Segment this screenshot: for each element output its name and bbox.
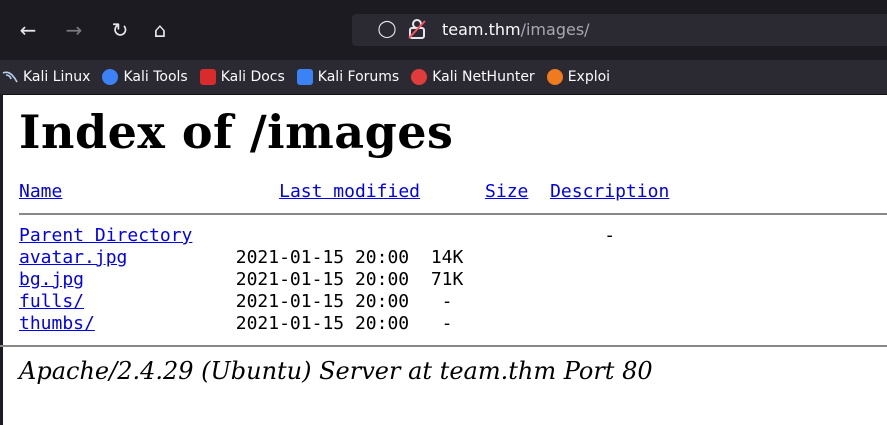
column-header-last-modified[interactable]: Last modified [279, 181, 420, 202]
navigation-bar: ← → ↻ ⌂ ◯ team.thm/images/ [0, 6, 887, 54]
parent-directory-link[interactable]: Parent Directory [19, 225, 192, 246]
url-path: /images/ [520, 20, 590, 39]
browser-toolbar: ← → ↻ ⌂ ◯ team.thm/images/ [0, 0, 887, 60]
kali-dragon-icon [2, 69, 18, 85]
column-header-description[interactable]: Description [550, 181, 669, 202]
file-modified: 2021-01-15 20:00 [235, 269, 410, 290]
divider [0, 345, 887, 347]
reload-icon[interactable]: ↻ [106, 16, 134, 44]
file-size: - [441, 291, 453, 312]
bookmark-kali-tools[interactable]: Kali Tools [102, 69, 188, 85]
file-modified: 2021-01-15 20:00 [235, 247, 410, 268]
bookmark-label: Kali NetHunter [432, 69, 535, 85]
url-host: team.thm [442, 20, 521, 39]
kali-docs-icon [199, 69, 216, 85]
back-arrow-icon[interactable]: ← [14, 16, 42, 44]
file-link[interactable]: bg.jpg [19, 269, 84, 290]
bookmark-label: Kali Linux [23, 69, 91, 85]
file-modified: 2021-01-15 20:00 [235, 291, 410, 312]
server-signature: Apache/2.4.29 (Ubuntu) Server at team.th… [19, 357, 653, 385]
bookmark-exploit-db[interactable]: Exploi [546, 69, 611, 85]
insecure-lock-icon[interactable] [406, 18, 428, 40]
exploit-db-icon [546, 69, 563, 85]
bookmark-label: Kali Docs [220, 69, 285, 85]
file-size: - [604, 225, 616, 246]
bookmarks-toolbar: Kali Linux Kali Tools Kali Docs Kali For… [0, 60, 887, 95]
bookmark-label: Exploi [567, 69, 611, 85]
bookmark-label: Kali Forums [317, 69, 400, 85]
column-header-size[interactable]: Size [485, 181, 528, 202]
divider [19, 213, 887, 215]
url-text[interactable]: team.thm/images/ [442, 20, 590, 39]
bookmark-kali-forums[interactable]: Kali Forums [296, 69, 400, 85]
folder-link[interactable]: fulls/ [19, 291, 84, 312]
bookmark-kali-linux[interactable]: Kali Linux [2, 69, 90, 85]
bookmark-kali-docs[interactable]: Kali Docs [199, 69, 285, 85]
shield-icon[interactable]: ◯ [376, 18, 398, 40]
kali-forums-icon [296, 69, 313, 85]
url-bar[interactable]: ◯ team.thm/images/ [352, 14, 887, 46]
page-content: Index of /images Name Last modified Size… [0, 95, 887, 385]
column-header-name[interactable]: Name [19, 181, 62, 202]
file-size: - [441, 313, 453, 334]
home-icon[interactable]: ⌂ [146, 16, 174, 44]
kali-tools-icon [102, 69, 119, 85]
file-modified: 2021-01-15 20:00 [235, 313, 410, 334]
kali-nethunter-icon [411, 69, 428, 85]
directory-listing: Name Last modified Size Description Paren… [19, 181, 887, 335]
file-link[interactable]: avatar.jpg [19, 247, 127, 268]
page-title: Index of /images [19, 105, 454, 159]
forward-arrow-icon[interactable]: → [60, 16, 88, 44]
file-size: 71K [430, 269, 464, 290]
bookmark-label: Kali Tools [123, 69, 188, 85]
bookmark-kali-nethunter[interactable]: Kali NetHunter [411, 69, 535, 85]
folder-link[interactable]: thumbs/ [19, 313, 95, 334]
file-size: 14K [430, 247, 464, 268]
